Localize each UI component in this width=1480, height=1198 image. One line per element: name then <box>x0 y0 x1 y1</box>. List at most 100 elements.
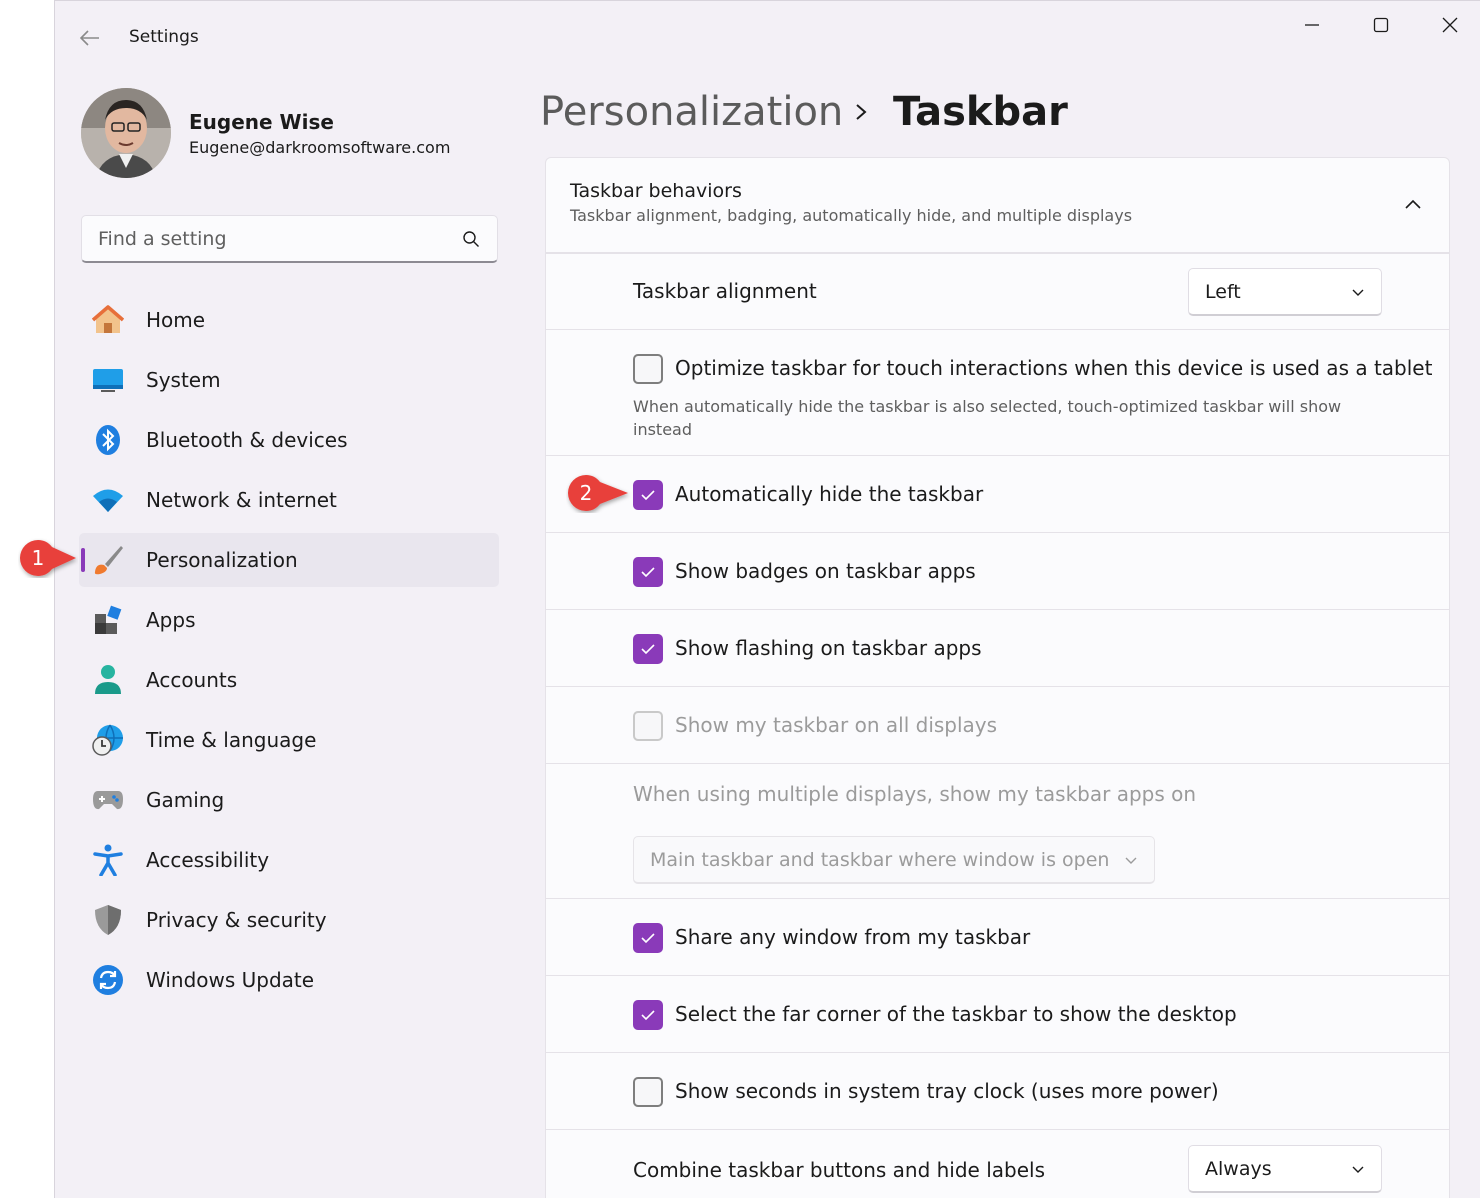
search-input[interactable]: Find a setting <box>81 215 498 263</box>
touch-optimize-label: Optimize taskbar for touch interactions … <box>675 356 1433 380</box>
chevron-right-icon <box>851 97 871 127</box>
callout-number: 2 <box>579 481 593 505</box>
seconds-checkbox[interactable] <box>633 1077 663 1107</box>
home-icon <box>91 303 125 337</box>
arrow-left-icon <box>80 30 99 46</box>
dropdown-value: Main taskbar and taskbar where window is… <box>650 848 1110 871</box>
search-icon <box>461 229 481 249</box>
callout-number: 1 <box>31 546 45 570</box>
checkmark-icon <box>641 490 655 501</box>
sidebar-item-privacy-security[interactable]: Privacy & security <box>79 893 499 947</box>
sidebar-item-label: Apps <box>146 608 196 632</box>
auto-hide-label: Automatically hide the taskbar <box>675 482 984 506</box>
callout-marker-1: 1 <box>18 538 76 578</box>
wifi-icon <box>91 483 125 517</box>
combine-dropdown[interactable]: Always <box>1188 1145 1382 1193</box>
sidebar-item-gaming[interactable]: Gaming <box>79 773 499 827</box>
person-icon <box>91 663 125 697</box>
share-window-label: Share any window from my taskbar <box>675 925 1031 949</box>
taskbar-alignment-row: Taskbar alignment Left <box>545 253 1450 330</box>
sidebar-item-label: Gaming <box>146 788 225 812</box>
minimize-icon <box>1305 24 1319 26</box>
multi-display-row: When using multiple displays, show my ta… <box>545 764 1450 899</box>
far-corner-row: Select the far corner of the taskbar to … <box>545 976 1450 1053</box>
checkmark-icon <box>641 1010 655 1021</box>
chevron-down-icon <box>1352 1166 1364 1173</box>
close-button[interactable] <box>1425 9 1475 41</box>
back-button[interactable] <box>77 25 103 51</box>
shield-icon <box>91 903 125 937</box>
touch-optimize-row: Optimize taskbar for touch interactions … <box>545 330 1450 456</box>
seconds-row: Show seconds in system tray clock (uses … <box>545 1053 1450 1130</box>
avatar[interactable] <box>81 88 171 178</box>
sidebar-item-label: Time & language <box>146 728 317 752</box>
section-title: Taskbar behaviors <box>570 180 742 202</box>
search-placeholder: Find a setting <box>98 227 227 250</box>
sidebar-item-apps[interactable]: Apps <box>79 593 499 647</box>
sidebar-item-home[interactable]: Home <box>79 293 499 347</box>
flashing-checkbox[interactable] <box>633 634 663 664</box>
sidebar-item-label: Network & internet <box>146 488 337 512</box>
sidebar-item-label: Bluetooth & devices <box>146 428 348 452</box>
auto-hide-row: Automatically hide the taskbar <box>545 456 1450 533</box>
flashing-label: Show flashing on taskbar apps <box>675 636 982 660</box>
close-icon <box>1442 17 1458 33</box>
badges-label: Show badges on taskbar apps <box>675 559 976 583</box>
maximize-button[interactable] <box>1356 9 1406 41</box>
badges-row: Show badges on taskbar apps <box>545 533 1450 610</box>
taskbar-behaviors-section: Taskbar behaviors Taskbar alignment, bad… <box>545 157 1450 1198</box>
combine-row: Combine taskbar buttons and hide labels … <box>545 1130 1450 1198</box>
taskbar-alignment-dropdown[interactable]: Left <box>1188 268 1382 316</box>
sidebar-item-system[interactable]: System <box>79 353 499 407</box>
taskbar-alignment-label: Taskbar alignment <box>633 279 817 303</box>
update-icon <box>91 963 125 997</box>
bluetooth-icon <box>91 423 125 457</box>
breadcrumb-parent[interactable]: Personalization <box>540 89 843 135</box>
sidebar-item-label: Windows Update <box>146 968 315 992</box>
sidebar-item-accessibility[interactable]: Accessibility <box>79 833 499 887</box>
sidebar-item-label: Personalization <box>146 548 298 572</box>
apps-icon <box>91 603 125 637</box>
sidebar-item-label: System <box>146 368 221 392</box>
accessibility-icon <box>91 843 125 877</box>
touch-optimize-hint: When automatically hide the taskbar is a… <box>633 397 1342 439</box>
profile-name: Eugene Wise <box>189 110 334 134</box>
share-window-checkbox[interactable] <box>633 923 663 953</box>
sidebar-item-network[interactable]: Network & internet <box>79 473 499 527</box>
sidebar-item-bluetooth[interactable]: Bluetooth & devices <box>79 413 499 467</box>
badges-checkbox[interactable] <box>633 557 663 587</box>
all-displays-checkbox[interactable] <box>633 711 663 741</box>
auto-hide-checkbox[interactable] <box>633 480 663 510</box>
multi-display-label: When using multiple displays, show my ta… <box>633 782 1197 806</box>
settings-window: Settings Eugene Wise Eugene@darkroomsoft… <box>54 0 1480 1198</box>
section-subtitle: Taskbar alignment, badging, automaticall… <box>570 206 1133 225</box>
maximize-icon <box>1373 17 1389 33</box>
page-title: Taskbar <box>893 89 1068 135</box>
combine-label: Combine taskbar buttons and hide labels <box>633 1158 1046 1182</box>
sidebar-item-accounts[interactable]: Accounts <box>79 653 499 707</box>
multi-display-dropdown[interactable]: Main taskbar and taskbar where window is… <box>633 836 1155 884</box>
touch-optimize-checkbox[interactable] <box>633 354 663 384</box>
dropdown-value: Left <box>1205 280 1241 303</box>
checkmark-icon <box>641 644 655 655</box>
brush-icon <box>91 543 125 577</box>
chevron-down-icon <box>1352 289 1364 296</box>
section-header[interactable]: Taskbar behaviors Taskbar alignment, bad… <box>545 157 1450 253</box>
callout-marker-2: 2 <box>566 473 628 513</box>
title-bar: Settings <box>55 1 1480 73</box>
chevron-up-icon[interactable] <box>1403 194 1423 214</box>
checkmark-icon <box>641 933 655 944</box>
sidebar-item-time-language[interactable]: Time & language <box>79 713 499 767</box>
sidebar-item-personalization[interactable]: Personalization <box>79 533 499 587</box>
dropdown-value: Always <box>1205 1157 1272 1180</box>
sidebar-nav: Home System Bluetooth & devices Network … <box>79 293 499 1013</box>
sidebar-item-label: Accounts <box>146 668 238 692</box>
sidebar-item-label: Privacy & security <box>146 908 327 932</box>
flashing-row: Show flashing on taskbar apps <box>545 610 1450 687</box>
minimize-button[interactable] <box>1287 9 1337 41</box>
system-icon <box>91 363 125 397</box>
chevron-down-icon <box>1125 857 1137 864</box>
far-corner-checkbox[interactable] <box>633 1000 663 1030</box>
far-corner-label: Select the far corner of the taskbar to … <box>675 1002 1237 1026</box>
sidebar-item-windows-update[interactable]: Windows Update <box>79 953 499 1007</box>
